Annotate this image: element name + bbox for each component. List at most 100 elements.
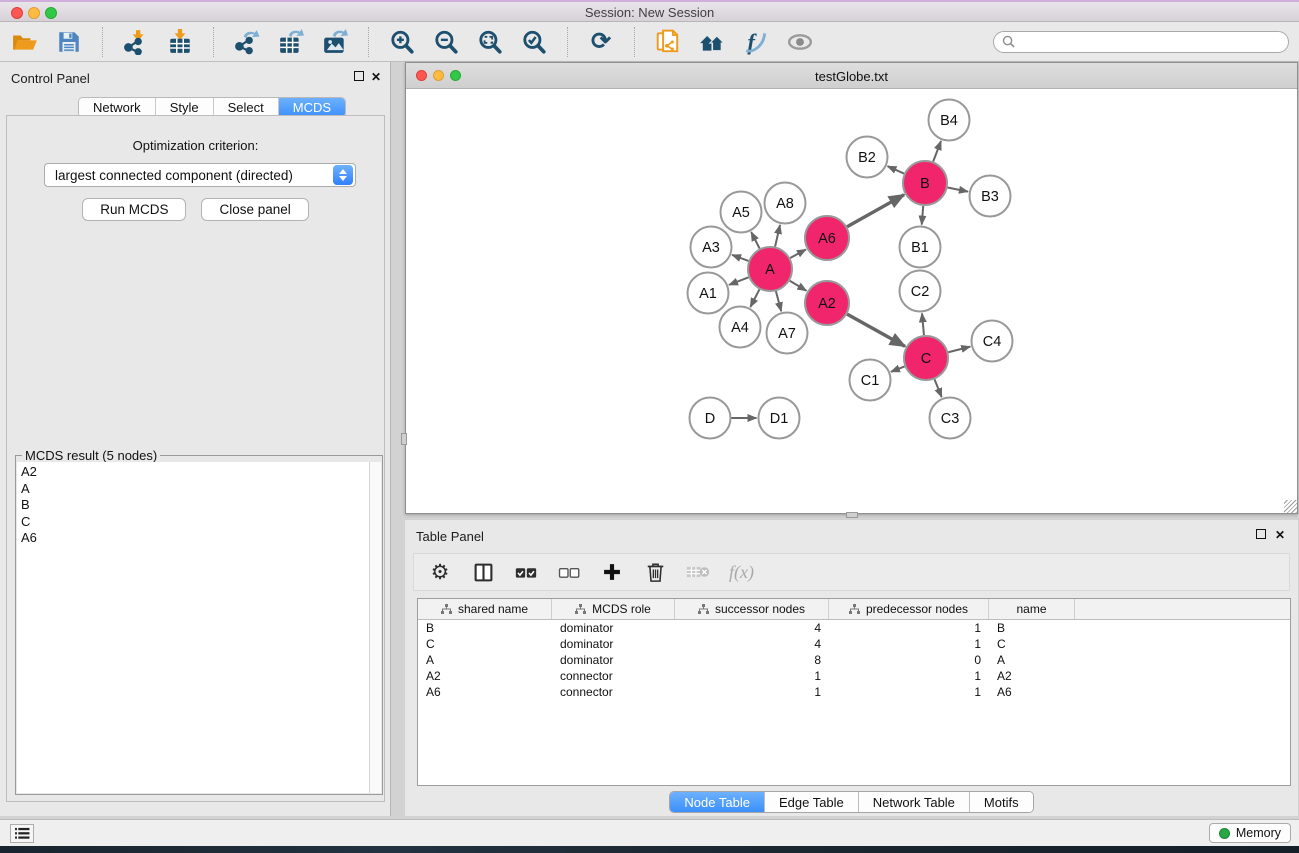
table-cell: 1	[829, 637, 989, 651]
table-row[interactable]: B dominator 4 1 B	[418, 620, 1290, 636]
search-input[interactable]	[1020, 35, 1280, 49]
graph-edge-B-B3[interactable]	[948, 188, 968, 192]
import-table-icon[interactable]	[165, 27, 195, 57]
table-cell: A6	[418, 685, 552, 699]
graph-edge-C-C3[interactable]	[935, 379, 942, 397]
table-row[interactable]: C dominator 4 1 C	[418, 636, 1290, 652]
tab-edge-table[interactable]: Edge Table	[765, 792, 859, 812]
network-canvas[interactable]: B4B2BB3A8A5A6A3B1AC2A1A2A4A7C4CC1DD1C3	[406, 89, 1297, 513]
deselect-all-icon[interactable]	[557, 560, 581, 584]
save-session-icon[interactable]	[54, 27, 84, 57]
export-network-icon[interactable]	[232, 27, 262, 57]
table-tabs: Node Table Edge Table Network Table Moti…	[669, 791, 1033, 813]
graph-edge-A-A2[interactable]	[790, 281, 807, 291]
add-column-icon[interactable]	[600, 560, 624, 584]
open-session-icon[interactable]	[10, 27, 40, 57]
zoom-in-icon[interactable]	[387, 27, 417, 57]
gear-icon[interactable]: ⚙	[428, 560, 452, 584]
table-row[interactable]: A6 connector 1 1 A6	[418, 684, 1290, 700]
optimization-criterion-dropdown[interactable]: largest connected component (directed)	[44, 163, 356, 187]
zoom-out-icon[interactable]	[431, 27, 461, 57]
column-header-mcds-role[interactable]: MCDS role	[552, 599, 675, 619]
graph-edge-B-B4[interactable]	[933, 141, 941, 161]
table-cell: 8	[675, 653, 829, 667]
graph-node-label-A2: A2	[818, 296, 836, 312]
import-network-icon[interactable]	[121, 27, 151, 57]
graph-edge-B-B1[interactable]	[922, 206, 923, 225]
table-cell: B	[989, 621, 1075, 635]
refresh-icon[interactable]: ⟳	[586, 27, 616, 57]
float-panel-icon[interactable]	[354, 71, 364, 81]
table-row[interactable]: A dominator 8 0 A	[418, 652, 1290, 668]
graph-edge-A-A5[interactable]	[751, 232, 759, 248]
list-item[interactable]: A2	[21, 464, 365, 481]
graph-edge-C-C2[interactable]	[922, 313, 924, 335]
list-item[interactable]: C	[21, 514, 365, 531]
select-all-icon[interactable]	[514, 560, 538, 584]
graph-edge-A-A4[interactable]	[750, 289, 759, 307]
function-builder-icon[interactable]: f(x)	[729, 560, 754, 584]
search-field[interactable]	[993, 31, 1289, 53]
mcds-result-list[interactable]: A2 A B C A6	[17, 462, 369, 793]
graph-edge-C-C1[interactable]	[891, 366, 905, 371]
graph-edge-A-A6[interactable]	[790, 249, 806, 258]
result-scrollbar[interactable]	[369, 462, 381, 793]
home-icon[interactable]	[697, 27, 727, 57]
network-window-title: testGlobe.txt	[406, 69, 1297, 84]
graph-node-label-A7: A7	[778, 326, 796, 342]
zoom-fit-icon[interactable]	[475, 27, 505, 57]
column-header-successor-nodes[interactable]: successor nodes	[675, 599, 829, 619]
toolbar-separator	[102, 27, 103, 57]
toolbar-separator	[213, 27, 214, 57]
float-table-panel-icon[interactable]	[1256, 529, 1266, 539]
tab-node-table[interactable]: Node Table	[670, 792, 765, 812]
table-row[interactable]: A2 connector 1 1 A2	[418, 668, 1290, 684]
delete-column-icon[interactable]	[643, 560, 667, 584]
graph-node-label-B3: B3	[981, 189, 999, 205]
graph-edge-B-B2[interactable]	[888, 166, 904, 173]
graph-edge-A-A3[interactable]	[732, 255, 748, 261]
table-cell: 1	[829, 621, 989, 635]
desktop-background	[0, 846, 1299, 853]
memory-button[interactable]: Memory	[1209, 823, 1291, 843]
close-table-panel-icon[interactable]: ✕	[1275, 529, 1285, 541]
resize-handle-bottom[interactable]	[846, 512, 858, 518]
graph-edge-A-A8[interactable]	[775, 225, 780, 247]
graph-edge-A2-C[interactable]	[847, 314, 905, 346]
zoom-selected-icon[interactable]	[519, 27, 549, 57]
node-table[interactable]: shared name MCDS role successor nodes pr…	[417, 598, 1291, 786]
column-header-name[interactable]: name	[989, 599, 1075, 619]
delete-table-icon[interactable]	[686, 560, 710, 584]
list-item[interactable]: B	[21, 497, 365, 514]
graph-edge-A-A1[interactable]	[729, 277, 749, 285]
export-table-icon[interactable]	[276, 27, 306, 57]
main-toolbar: ⟳ f	[0, 22, 1299, 62]
run-mcds-button[interactable]: Run MCDS	[82, 198, 186, 221]
tab-motifs[interactable]: Motifs	[970, 792, 1033, 812]
column-select-icon[interactable]	[471, 560, 495, 584]
export-image-icon[interactable]	[320, 27, 350, 57]
network-window-titlebar[interactable]: testGlobe.txt	[406, 63, 1297, 89]
graph-node-label-A1: A1	[699, 286, 717, 302]
resize-handle-left[interactable]	[401, 433, 407, 445]
new-network-from-selection-icon[interactable]	[653, 27, 683, 57]
column-header-predecessor-nodes[interactable]: predecessor nodes	[829, 599, 989, 619]
close-panel-button[interactable]: Close panel	[201, 198, 308, 221]
tab-network-table[interactable]: Network Table	[859, 792, 970, 812]
close-panel-icon[interactable]: ✕	[371, 71, 381, 83]
column-header-shared-name[interactable]: shared name	[418, 599, 552, 619]
network-graph[interactable]: B4B2BB3A8A5A6A3B1AC2A1A2A4A7C4CC1DD1C3	[406, 89, 1297, 513]
graph-edge-A6-B[interactable]	[847, 195, 904, 227]
status-bar: Memory	[0, 819, 1299, 846]
eye-icon[interactable]	[785, 27, 815, 57]
graph-edge-A-A7[interactable]	[776, 291, 781, 311]
graph-edge-C-C4[interactable]	[948, 347, 970, 353]
resize-handle-corner[interactable]	[1284, 500, 1297, 513]
list-item[interactable]: A6	[21, 530, 365, 547]
table-header[interactable]: shared name MCDS role successor nodes pr…	[418, 599, 1290, 620]
mcds-tab-content: Optimization criterion: largest connecte…	[6, 115, 385, 802]
table-cell: connector	[552, 669, 675, 683]
hide-graphics-icon[interactable]: f	[741, 27, 771, 57]
list-item[interactable]: A	[21, 481, 365, 498]
task-history-button[interactable]	[10, 824, 34, 843]
